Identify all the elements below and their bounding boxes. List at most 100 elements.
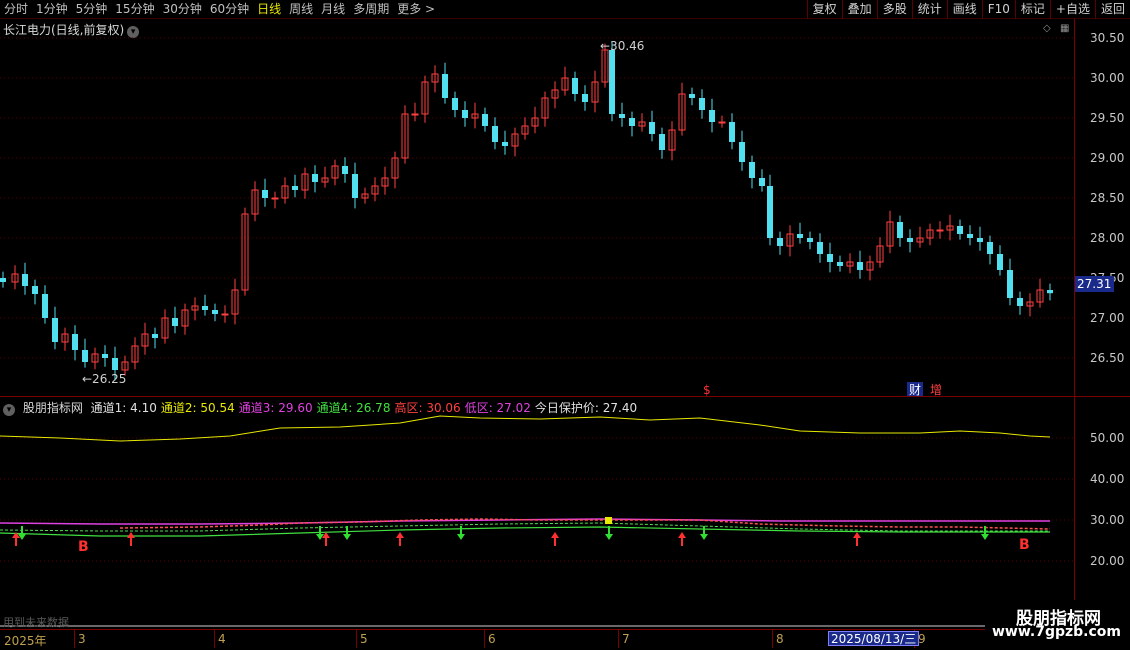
current-price-label: 27.31 bbox=[1075, 276, 1114, 292]
candle-body bbox=[689, 94, 695, 98]
candle-body bbox=[619, 114, 625, 118]
sell-arrow-head bbox=[700, 534, 708, 540]
candle-body bbox=[212, 310, 218, 314]
date-tick bbox=[618, 630, 619, 648]
buy-arrow-head bbox=[678, 532, 686, 538]
buy-label: B bbox=[78, 539, 89, 555]
price-tick-label: 27.00 bbox=[1090, 311, 1125, 325]
candle-body bbox=[482, 114, 488, 126]
candle-body bbox=[221, 313, 229, 316]
candle-body bbox=[172, 318, 178, 326]
date-tick bbox=[74, 630, 75, 648]
candle-body bbox=[797, 234, 803, 238]
candle-body bbox=[827, 254, 833, 262]
candle-body bbox=[997, 254, 1003, 270]
candle-body bbox=[709, 110, 715, 122]
indicator-tick-label: 20.00 bbox=[1090, 554, 1125, 568]
candle-body bbox=[759, 178, 765, 186]
date-tick bbox=[772, 630, 773, 648]
price-tick-label: 28.50 bbox=[1090, 191, 1125, 205]
candle-body bbox=[72, 334, 78, 350]
candle-body bbox=[957, 226, 963, 234]
candle-body bbox=[152, 334, 158, 338]
candle-body bbox=[837, 262, 843, 266]
buy-arrow-head bbox=[551, 532, 559, 538]
cursor-date: 2025/08/13/三 bbox=[828, 631, 920, 646]
date-label: 4 bbox=[218, 632, 226, 646]
indicator-tick-label: 40.00 bbox=[1090, 472, 1125, 486]
candle-body bbox=[411, 113, 419, 116]
candle-body bbox=[817, 242, 823, 254]
candle-body bbox=[502, 142, 508, 146]
main-chart: ←30.46 ←26.25 $ 财增 B B bbox=[0, 37, 1074, 627]
sell-arrow-head bbox=[457, 534, 465, 540]
date-label: 2025年 bbox=[4, 634, 47, 648]
candle-body bbox=[22, 274, 28, 286]
candle-body bbox=[112, 358, 118, 370]
chevron-down-icon[interactable]: ▾ bbox=[3, 404, 15, 416]
sell-arrow-head bbox=[981, 534, 989, 540]
candle-body bbox=[1007, 270, 1013, 298]
candle-body bbox=[777, 238, 783, 246]
buy-label: B bbox=[1019, 537, 1030, 553]
indicator-value-5: 低区: 27.02 bbox=[464, 401, 531, 415]
candle-body bbox=[352, 174, 358, 198]
price-tick-label: 29.00 bbox=[1090, 151, 1125, 165]
indicator-value-6: 今日保护价: 27.40 bbox=[534, 401, 638, 415]
candle-body bbox=[936, 229, 944, 232]
candle-body bbox=[0, 278, 6, 282]
candle-body bbox=[342, 166, 348, 174]
event-marker-dividend: $ bbox=[703, 383, 711, 397]
date-label: 6 bbox=[488, 632, 496, 646]
candle-body bbox=[52, 318, 58, 342]
candle-body bbox=[807, 238, 813, 242]
candle-body bbox=[659, 134, 665, 150]
candle-body bbox=[739, 142, 745, 162]
candle-body bbox=[202, 306, 208, 310]
candle-body bbox=[452, 98, 458, 110]
indicator-value-3: 通道4: 26.78 bbox=[316, 401, 391, 415]
event-marker-finance: 财 bbox=[909, 383, 921, 397]
candle-body bbox=[1047, 290, 1053, 294]
tool-button-8[interactable]: 返回 bbox=[1094, 0, 1130, 19]
candle-body bbox=[749, 162, 755, 178]
buy-arrow-head bbox=[853, 532, 861, 538]
watermark-url: www.7gpzb.com bbox=[992, 624, 1122, 640]
candle-body bbox=[907, 238, 913, 242]
date-tick bbox=[356, 630, 357, 648]
high-price-label: ←30.46 bbox=[600, 39, 644, 53]
candle-body bbox=[102, 354, 108, 358]
indicator-title[interactable]: ▾ 股朋指标网 通道1: 4.10 通道2: 50.54 通道3: 29.60 通道4… bbox=[3, 399, 645, 416]
sell-arrow-head bbox=[605, 534, 613, 540]
indicator-name: 股朋指标网 bbox=[22, 401, 83, 415]
candle-body bbox=[857, 262, 863, 270]
candle-body bbox=[977, 238, 983, 242]
candle-body bbox=[699, 98, 705, 110]
candle-body bbox=[967, 234, 973, 238]
price-tick-label: 28.00 bbox=[1090, 231, 1125, 245]
indicator-value-0: 通道1: 4.10 bbox=[90, 401, 157, 415]
buy-arrow-head bbox=[127, 532, 135, 538]
candle-body bbox=[442, 74, 448, 98]
indicator-value-2: 通道3: 29.60 bbox=[238, 401, 313, 415]
date-axis: 2025年 3 4 5 6 7 8 9 bbox=[0, 629, 1130, 650]
candle-body bbox=[312, 174, 318, 182]
indicator-tick-label: 50.00 bbox=[1090, 431, 1125, 445]
marker-square bbox=[605, 517, 612, 524]
candle-body bbox=[271, 197, 279, 200]
future-data-label: 用到未来数据 bbox=[3, 616, 69, 629]
candle-body bbox=[767, 186, 773, 238]
candle-body bbox=[492, 126, 498, 142]
date-label: 8 bbox=[776, 632, 784, 646]
candle-body bbox=[629, 118, 635, 126]
candle-body bbox=[42, 294, 48, 318]
date-label: 5 bbox=[360, 632, 368, 646]
panel-separator bbox=[0, 396, 1130, 397]
candle-body bbox=[582, 94, 588, 102]
date-label: 3 bbox=[78, 632, 86, 646]
candle-body bbox=[1017, 298, 1023, 306]
candle-body bbox=[897, 222, 903, 238]
candle-body bbox=[729, 122, 735, 142]
price-axis-line bbox=[1074, 19, 1075, 629]
candle-body bbox=[609, 50, 615, 114]
